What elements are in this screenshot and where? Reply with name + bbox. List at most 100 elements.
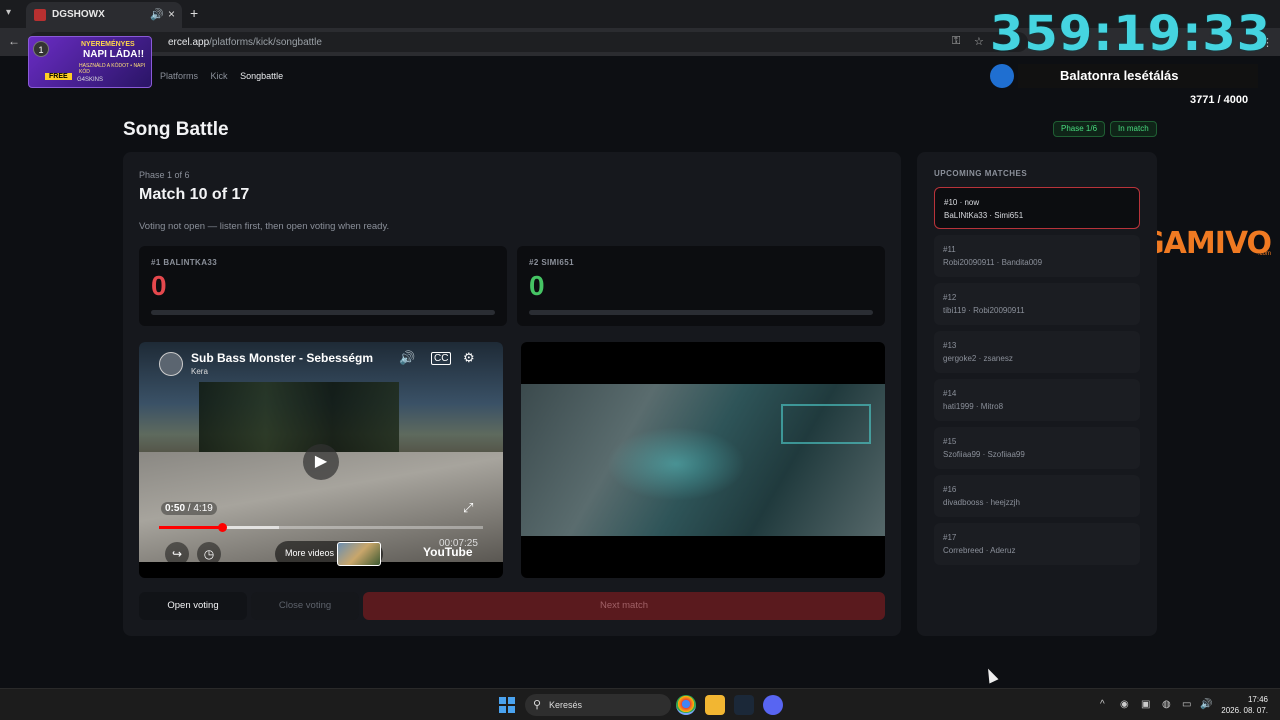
- match-players: hati1999 · Mitro8: [943, 402, 1004, 411]
- stream-timer: 359:19:33: [990, 6, 1272, 62]
- contestant-right-name: #2 SIMI651: [529, 258, 574, 267]
- video-shape: [781, 404, 871, 444]
- browser-tab[interactable]: DGSHOWX 🔊 ×: [26, 2, 182, 28]
- back-arrow-icon[interactable]: ←: [8, 34, 20, 48]
- upcoming-heading: UPCOMING MATCHES: [934, 169, 1028, 178]
- youtube-logo[interactable]: YouTube: [423, 545, 473, 559]
- voting-status-note: Voting not open — listen first, then ope…: [139, 221, 390, 232]
- match-item[interactable]: #13 gergoke2 · zsanesz: [934, 331, 1140, 373]
- match-number: #14: [943, 389, 957, 398]
- upcoming-matches-panel: UPCOMING MATCHES #10 · now BaLINtKa33 · …: [917, 152, 1157, 636]
- sponsor-logo: GAMIVO: [1140, 226, 1272, 261]
- more-videos-label: More videos: [285, 548, 335, 558]
- taskbar-search[interactable]: ⚲ Keresés: [525, 694, 671, 716]
- tray-discord-icon[interactable]: ◍: [1162, 699, 1171, 710]
- breadcrumb-platforms[interactable]: Platforms: [160, 71, 198, 81]
- match-item[interactable]: #12 tibi119 · Robi20090911: [934, 283, 1140, 325]
- video-title[interactable]: Sub Bass Monster - Sebességm: [191, 351, 381, 365]
- promo-line2: NAPI LÁDA!!: [83, 49, 145, 60]
- tab-search-icon[interactable]: ▾: [6, 7, 20, 21]
- page-title: Song Battle: [123, 119, 229, 140]
- tray-app-icon[interactable]: ▣: [1141, 699, 1150, 710]
- match-item[interactable]: #16 divadbooss · heejzzjh: [934, 475, 1140, 517]
- match-number: #16: [943, 485, 957, 494]
- video-channel[interactable]: Kera: [191, 367, 208, 376]
- video-light: [601, 424, 751, 504]
- match-item-current[interactable]: #10 · now BaLINtKa33 · Simi651: [934, 187, 1140, 229]
- windows-start-icon[interactable]: [499, 697, 515, 713]
- fullscreen-icon[interactable]: ⤢: [463, 500, 473, 516]
- promo-banner: 1 NYEREMÉNYES NAPI LÁDA!! HASZNÁLD A KÓD…: [28, 36, 152, 88]
- volume-icon[interactable]: 🔊: [399, 350, 415, 366]
- next-match-button[interactable]: Next match: [363, 592, 885, 620]
- video-frame: [521, 384, 885, 536]
- match-item[interactable]: #14 hati1999 · Mitro8: [934, 379, 1140, 421]
- tray-overflow-icon[interactable]: ^: [1100, 699, 1105, 710]
- match-item[interactable]: #17 Correbreed · Aderuz: [934, 523, 1140, 565]
- contestant-left-bar: [151, 310, 495, 315]
- play-button[interactable]: ▶: [303, 444, 339, 480]
- file-explorer-icon[interactable]: [705, 695, 725, 715]
- match-players: gergoke2 · zsanesz: [943, 354, 1013, 363]
- more-videos-button[interactable]: More videos: [275, 541, 383, 567]
- favicon-icon: [34, 9, 46, 21]
- match-item[interactable]: #15 Szofiiaa99 · Szofiiaa99: [934, 427, 1140, 469]
- video-player-right[interactable]: [521, 342, 885, 578]
- match-number: #15: [943, 437, 957, 446]
- sponsor-logo-suffix: .com: [1258, 251, 1272, 257]
- search-icon: ⚲: [533, 699, 542, 711]
- discord-icon[interactable]: [763, 695, 783, 715]
- chrome-icon[interactable]: [676, 695, 696, 715]
- breadcrumb: Platforms Kick Songbattle: [160, 71, 293, 81]
- promo-line3: HASZNÁLD A KÓDOT • NAPI KÓD: [79, 63, 146, 75]
- share-icon[interactable]: ↪: [165, 542, 189, 566]
- steam-icon[interactable]: [734, 695, 754, 715]
- tab-audio-icon[interactable]: 🔊: [150, 8, 164, 21]
- phase-label: Phase 1 of 6: [139, 170, 190, 180]
- promo-brand: G4SKINS: [77, 77, 104, 83]
- goal-avatar: [990, 64, 1014, 88]
- key-icon[interactable]: ⚿: [952, 35, 960, 48]
- breadcrumb-kick[interactable]: Kick: [211, 71, 228, 81]
- tab-close-icon[interactable]: ×: [168, 7, 175, 21]
- address-bar[interactable]: ercel.app/platforms/kick/songbattle ⚿ ☆: [28, 32, 1028, 52]
- video-progress-bar[interactable]: [159, 523, 483, 532]
- close-voting-button[interactable]: Close voting: [251, 592, 359, 620]
- match-number: #10 · now: [944, 198, 980, 207]
- video-time: 0:50 / 4:19: [161, 502, 217, 515]
- tab-title: DGSHOWX: [52, 9, 105, 20]
- match-number: #11: [943, 245, 956, 254]
- match-players: Correbreed · Aderuz: [943, 546, 1016, 555]
- breadcrumb-songbattle: Songbattle: [240, 71, 284, 81]
- tray-steam-icon[interactable]: ◉: [1120, 699, 1129, 710]
- settings-gear-icon[interactable]: ⚙: [463, 350, 475, 366]
- match-item[interactable]: #11 Robi20090911 · Bandita009: [934, 235, 1140, 277]
- volume-icon[interactable]: 🔊: [1200, 699, 1212, 710]
- phase-badge: Phase 1/6: [1053, 121, 1106, 137]
- video-player-left[interactable]: Sub Bass Monster - Sebességm Kera 🔊 CC ⚙…: [139, 342, 503, 578]
- url-text: ercel.app/platforms/kick/songbattle: [168, 37, 322, 48]
- taskbar: ⚲ Keresés ^ ◉ ▣ ◍ ▭ 🔊 17:46 2026. 08. 07…: [0, 688, 1280, 720]
- goal-title: Balatonra lesétálás: [1060, 68, 1179, 83]
- match-panel: Phase 1 of 6 Match 10 of 17 Voting not o…: [123, 152, 901, 636]
- network-icon[interactable]: ▭: [1182, 699, 1191, 710]
- contestant-left-name: #1 BALINTKA33: [151, 258, 218, 267]
- contestant-right-score: 0: [529, 270, 545, 301]
- video-progress-played: [159, 526, 222, 529]
- video-progress-knob[interactable]: [217, 523, 227, 532]
- match-number: #12: [943, 293, 957, 302]
- match-players: Szofiiaa99 · Szofiiaa99: [943, 450, 1025, 459]
- captions-icon[interactable]: CC: [431, 352, 452, 365]
- open-voting-button[interactable]: Open voting: [139, 592, 247, 620]
- clock-time: 17:46: [1247, 695, 1268, 704]
- match-players: Robi20090911 · Bandita009: [943, 258, 1043, 267]
- star-icon[interactable]: ☆: [974, 35, 984, 48]
- goal-count: 3771 / 4000: [1190, 94, 1249, 106]
- channel-avatar[interactable]: [159, 352, 183, 376]
- status-badge: In match: [1110, 121, 1157, 137]
- clock-date: 2026. 08. 07.: [1221, 706, 1268, 715]
- taskbar-clock[interactable]: 17:46 2026. 08. 07.: [1220, 694, 1268, 716]
- new-tab-icon[interactable]: +: [190, 5, 198, 21]
- watch-later-icon[interactable]: ◷: [197, 542, 221, 566]
- contestant-right-card: #2 SIMI651 0: [517, 246, 885, 326]
